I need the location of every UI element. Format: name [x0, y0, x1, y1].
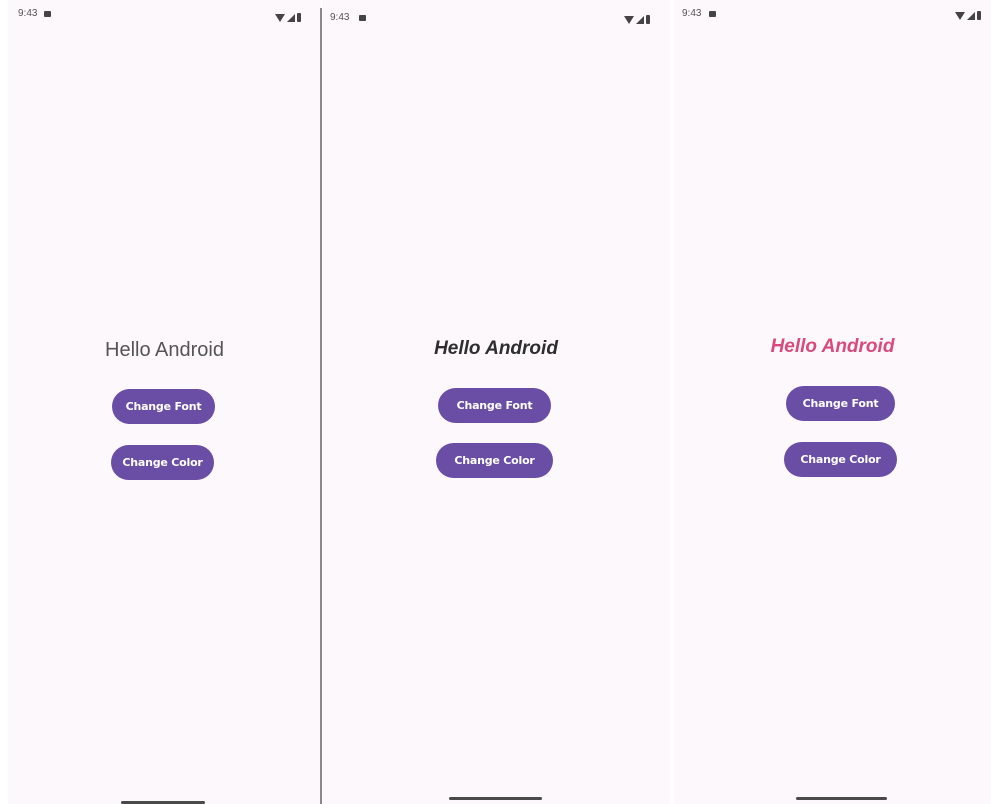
signal-icon — [636, 16, 644, 24]
status-time: 9:43 — [330, 12, 350, 23]
status-bar: 9:43 — [8, 0, 321, 30]
signal-icon — [287, 14, 295, 22]
status-bar: 9:43 — [674, 0, 991, 30]
gesture-nav-bar[interactable] — [449, 797, 542, 800]
system-icons — [624, 14, 650, 24]
wifi-icon — [955, 12, 965, 20]
system-icons — [955, 10, 981, 20]
battery-icon — [646, 15, 650, 24]
notification-icon — [709, 11, 716, 17]
phone-screen-font-changed: 9:43 Hello Android Change Font Change Co… — [322, 0, 670, 804]
phone-screen-default: 9:43 Hello Android Change Font Change Co… — [8, 0, 321, 804]
wifi-icon — [624, 16, 634, 24]
change-font-button[interactable]: Change Font — [438, 388, 551, 423]
signal-icon — [967, 12, 975, 20]
notification-icon — [359, 15, 366, 21]
greeting-text: Hello Android — [434, 338, 558, 359]
gesture-nav-bar[interactable] — [796, 797, 887, 800]
notification-icon — [44, 11, 51, 17]
change-color-button[interactable]: Change Color — [784, 442, 897, 477]
status-bar: 9:43 — [322, 0, 670, 30]
battery-icon — [297, 13, 301, 22]
status-time: 9:43 — [682, 8, 702, 19]
greeting-text: Hello Android — [770, 336, 895, 357]
change-color-button[interactable]: Change Color — [111, 445, 214, 480]
change-font-button[interactable]: Change Font — [112, 389, 215, 424]
phone-screen-color-changed: 9:43 Hello Android Change Font Change Co… — [674, 0, 991, 804]
change-color-button[interactable]: Change Color — [436, 443, 553, 478]
screenshots-comparison: 9:43 Hello Android Change Font Change Co… — [0, 0, 991, 804]
system-icons — [275, 12, 301, 22]
change-font-button[interactable]: Change Font — [786, 386, 895, 421]
greeting-text: Hello Android — [105, 339, 224, 361]
wifi-icon — [275, 14, 285, 22]
status-time: 9:43 — [18, 8, 38, 19]
battery-icon — [977, 11, 981, 20]
